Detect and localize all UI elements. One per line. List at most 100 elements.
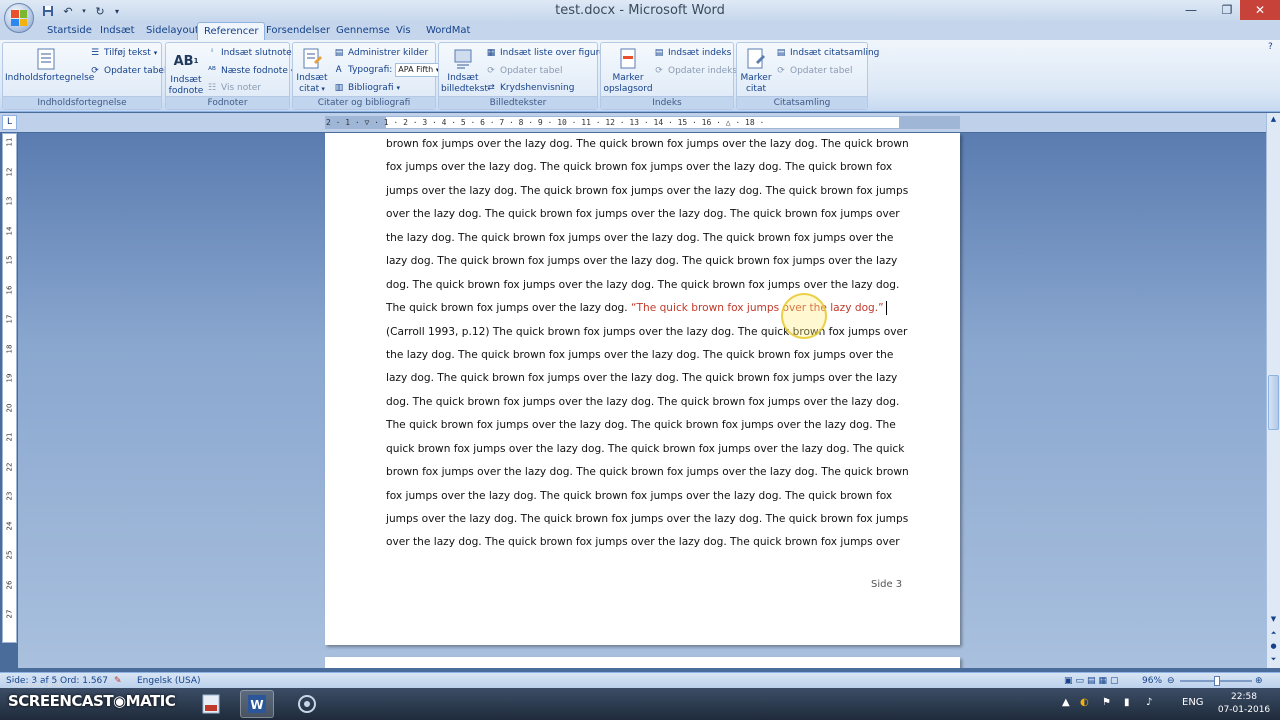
insert-endnote-button[interactable]: ⁱ Indsæt slutnote — [206, 45, 292, 61]
taskbar-pdf-app[interactable] — [194, 690, 228, 718]
group-label-index: Indeks — [601, 96, 733, 109]
document-line[interactable]: The quick brown fox jumps over the lazy … — [386, 414, 901, 437]
tab-sidelayout[interactable]: Sidelayout — [146, 22, 199, 40]
line-text: dog. The quick brown fox jumps over the … — [386, 278, 900, 291]
maximize-button[interactable]: ❐ — [1212, 0, 1242, 20]
page[interactable]: brown fox jumps over the lazy dog. The q… — [325, 133, 960, 645]
manage-sources-button[interactable]: ▤ Administrer kilder — [333, 45, 428, 61]
tab-selector[interactable]: L — [2, 115, 17, 130]
line-text: over the lazy dog. The quick brown fox j… — [386, 208, 900, 221]
tray-arrow-icon[interactable]: ▲ — [1062, 697, 1070, 708]
redo-icon[interactable]: ↻ — [92, 3, 108, 19]
prev-page-icon[interactable]: ⏶ — [1267, 627, 1280, 640]
tray-network-icon[interactable]: ▮ — [1124, 697, 1130, 708]
document-line[interactable]: jumps over the lazy dog. The quick brown… — [386, 180, 908, 203]
insert-citation-button[interactable]: Indsæt citat ▾ — [295, 47, 329, 95]
document-line[interactable]: the lazy dog. The quick brown fox jumps … — [386, 227, 901, 250]
document-line[interactable]: lazy dog. The quick brown fox jumps over… — [386, 250, 901, 273]
document-line[interactable]: brown fox jumps over the lazy dog. The q… — [386, 133, 909, 156]
scroll-thumb[interactable] — [1268, 375, 1279, 430]
insert-toa-button[interactable]: ▤ Indsæt citatsamling — [775, 45, 880, 61]
close-button[interactable]: ✕ — [1240, 0, 1280, 20]
tab-forsendelser[interactable]: Forsendelser — [266, 22, 330, 40]
show-notes-button[interactable]: ☷ Vis noter — [206, 80, 261, 96]
next-page[interactable] — [325, 657, 960, 668]
document-line[interactable]: jumps over the lazy dog. The quick brown… — [386, 508, 908, 531]
document-line[interactable]: quick brown fox jumps over the lazy dog.… — [386, 438, 904, 461]
insert-footnote-button[interactable]: AB 1 Indsæt fodnote — [168, 49, 204, 97]
bibliography-icon: ▥ — [334, 83, 344, 93]
ribbon: Indholdsfortegnelse ☰ Tilføj tekst ▾ ⟳ Op… — [0, 40, 1280, 112]
mark-citation-icon — [744, 47, 768, 71]
tab-indsaet[interactable]: Indsæt — [100, 22, 135, 40]
zoom-in-icon[interactable]: ⊕ — [1255, 675, 1263, 687]
scroll-down-icon[interactable]: ▼ — [1267, 613, 1280, 626]
save-icon[interactable] — [40, 3, 56, 19]
help-icon[interactable]: ? — [1268, 42, 1273, 52]
clock-time: 22:58 — [1231, 692, 1257, 702]
line-text: fox jumps over the lazy dog. The quick b… — [386, 489, 893, 502]
undo-dropdown-icon[interactable]: ▾ — [80, 3, 88, 19]
document-line[interactable]: the lazy dog. The quick brown fox jumps … — [386, 344, 901, 367]
taskbar-recorder[interactable] — [290, 690, 324, 718]
update-toc-button[interactable]: ⟳ Opdater tabel — [89, 63, 166, 79]
tray-flag-icon[interactable]: ⚑ — [1102, 697, 1111, 708]
customize-qat-icon[interactable]: ▾ — [112, 3, 122, 19]
mark-entry-button[interactable]: Marker opslagsord — [603, 47, 653, 95]
tray-app-icon[interactable]: ◐ — [1080, 697, 1089, 708]
update-figures-button[interactable]: ⟳ Opdater tabel — [485, 63, 562, 79]
vertical-ruler-tick: 19 — [5, 373, 14, 383]
tab-referencer[interactable]: Referencer — [197, 22, 266, 40]
browse-object-icon[interactable]: ● — [1267, 640, 1280, 653]
document-line[interactable]: fox jumps over the lazy dog. The quick b… — [386, 485, 901, 508]
cross-reference-button[interactable]: ⇄ Krydshenvisning — [485, 80, 574, 96]
group-footnotes: AB 1 Indsæt fodnote ⁱ Indsæt slutnote ᴬᴮ … — [165, 42, 294, 110]
document-line[interactable]: dog. The quick brown fox jumps over the … — [386, 391, 901, 414]
document-line[interactable]: over the lazy dog. The quick brown fox j… — [386, 203, 901, 226]
bibliography-button[interactable]: ▥ Bibliografi ▾ — [333, 80, 400, 96]
proofing-icon[interactable]: ✎ — [114, 675, 122, 687]
add-text-button[interactable]: ☰ Tilføj tekst ▾ — [89, 45, 157, 61]
zoom-level[interactable]: 96% — [1142, 675, 1162, 687]
document-body[interactable]: brown fox jumps over the lazy dog. The q… — [386, 133, 909, 555]
scroll-up-icon[interactable]: ▲ — [1267, 113, 1280, 126]
document-line[interactable]: lazy dog. The quick brown fox jumps over… — [386, 367, 901, 390]
tab-gennemse[interactable]: Gennemse — [336, 22, 390, 40]
update-toa-button[interactable]: ⟳ Opdater tabel — [775, 63, 852, 79]
zoom-slider-knob[interactable] — [1214, 676, 1220, 686]
group-citations: Indsæt citat ▾ ▤ Administrer kilder Ꭺ Ty… — [292, 42, 443, 110]
tab-startside[interactable]: Startside — [47, 22, 92, 40]
office-button[interactable] — [4, 3, 34, 33]
document-line[interactable]: brown fox jumps over the lazy dog. The q… — [386, 461, 909, 484]
quoted-citation: “The quick brown fox jumps over the lazy… — [631, 302, 884, 315]
document-line[interactable]: fox jumps over the lazy dog. The quick b… — [386, 156, 901, 179]
taskbar-clock[interactable]: 22:58 07-01-2016 — [1214, 691, 1274, 717]
mark-citation-button[interactable]: Marker citat — [739, 47, 773, 95]
vertical-scrollbar[interactable]: ▲ ▼ ⏶ ● ⏷ — [1266, 113, 1280, 668]
insert-caption-button[interactable]: Indsæt billedtekst — [441, 47, 488, 95]
undo-icon[interactable]: ↶ — [60, 3, 76, 19]
tray-language[interactable]: ENG — [1182, 697, 1204, 708]
vertical-ruler[interactable]: 11 12 13 14 15 16 17 18 19 20 21 22 23 24 25 26 27 — [2, 133, 17, 643]
update-index-button[interactable]: ⟳ Opdater indeks — [653, 63, 737, 79]
word-count[interactable]: Ord: 1.567 — [60, 675, 108, 687]
view-buttons[interactable]: ▣▭▤▦▢ — [1064, 675, 1122, 687]
next-footnote-button[interactable]: ᴬᴮ Næste fodnote▾ — [206, 63, 294, 79]
next-page-icon[interactable]: ⏷ — [1267, 653, 1280, 666]
taskbar-word[interactable]: W — [240, 690, 274, 718]
document-line[interactable]: over the lazy dog. The quick brown fox j… — [386, 531, 901, 554]
document-line[interactable]: dog. The quick brown fox jumps over the … — [386, 274, 901, 297]
horizontal-ruler[interactable]: 2 · 1 · ▽ · 1 · 2 · 3 · 4 · 5 · 6 · 7 · … — [325, 116, 960, 129]
title-bar: test.docx - Microsoft Word — ❐ ✕ — [0, 0, 1280, 22]
tray-volume-icon[interactable]: ♪ — [1146, 697, 1152, 708]
insert-table-figures-button[interactable]: ▦ Indsæt liste over figurer — [485, 45, 609, 61]
tab-wordmat[interactable]: WordMat — [426, 22, 470, 40]
insert-index-button[interactable]: ▤ Indsæt indeks — [653, 45, 732, 61]
toc-button[interactable]: Indholdsfortegnelse — [5, 47, 94, 84]
language[interactable]: Engelsk (USA) — [137, 675, 201, 687]
add-text-label: Tilføj tekst — [104, 48, 151, 58]
zoom-out-icon[interactable]: ⊖ — [1167, 675, 1175, 687]
minimize-button[interactable]: — — [1176, 0, 1206, 20]
tab-vis[interactable]: Vis — [396, 22, 411, 40]
style-dropdown[interactable]: APA Fifth ▾ — [395, 63, 443, 77]
